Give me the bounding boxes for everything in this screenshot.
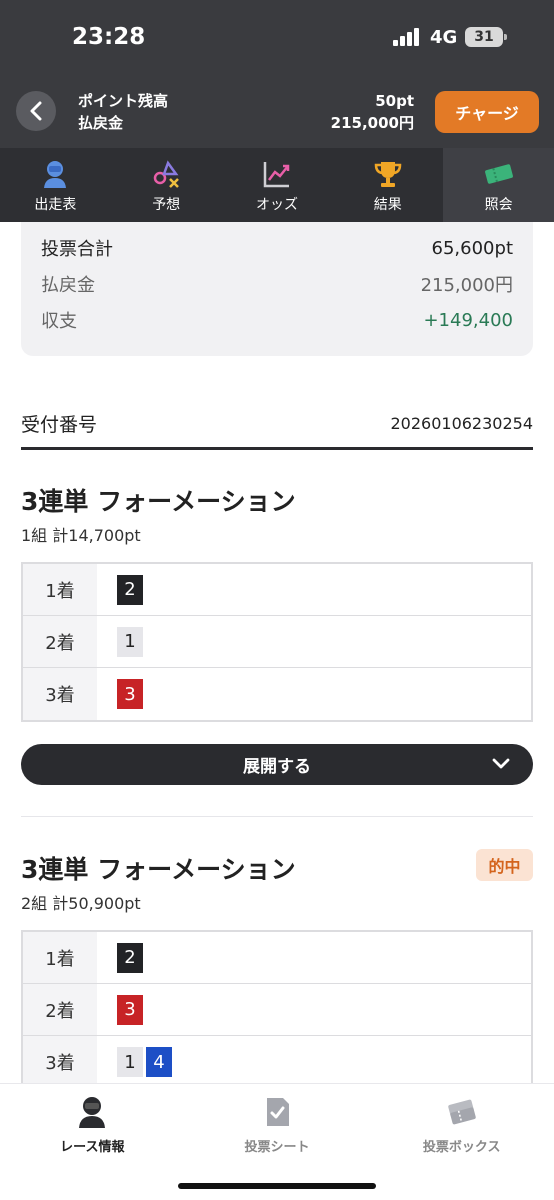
expand-button[interactable]: 展開する — [21, 744, 533, 785]
rider-icon — [79, 1097, 106, 1128]
nav-label: 投票シート — [244, 1140, 310, 1155]
bet-formation-grid: 1着 2 2着 1 3着 3 — [21, 562, 533, 722]
tab-entry-list[interactable]: 出走表 — [0, 148, 111, 222]
summary-payout-label: 払戻金 — [41, 275, 95, 296]
summary-total-label: 投票合計 — [41, 239, 113, 260]
receipt-number-row: 受付番号 20260106230254 — [21, 400, 533, 450]
position-label: 1着 — [23, 564, 97, 615]
position-label: 2着 — [23, 984, 97, 1035]
header-labels: ポイント残高 払戻金 — [78, 90, 168, 134]
odds-chart-icon — [263, 162, 290, 188]
nav-label: レース情報 — [60, 1140, 125, 1155]
ticket-icon — [484, 164, 513, 184]
position-label: 3着 — [23, 668, 97, 720]
summary-payout-row: 払戻金 215,000円 — [41, 266, 513, 302]
summary-card: 投票合計 65,600pt 払戻金 215,000円 収支 +149,400 — [21, 222, 533, 356]
bike-number: 1 — [117, 626, 143, 657]
position-numbers: 3 — [97, 668, 531, 720]
signal-icon — [393, 28, 421, 46]
bike-number: 2 — [117, 574, 143, 605]
formation-row: 2着 1 — [23, 616, 531, 668]
expand-label: 展開する — [243, 757, 311, 776]
check-sheet-icon — [267, 1098, 289, 1126]
summary-balance-value: +149,400 — [423, 309, 513, 331]
formation-row: 3着 1 4 — [23, 1036, 531, 1088]
tab-label: 照会 — [484, 197, 513, 213]
status-bar: 23:28 4G 31 — [0, 0, 554, 76]
trophy-icon — [374, 162, 402, 187]
bet-formation-grid: 1着 2 2着 3 3着 1 4 — [21, 930, 533, 1090]
header-values: 50pt 215,000円 — [331, 90, 414, 134]
formation-row: 1着 2 — [23, 564, 531, 616]
bet-title: 3連単 フォーメーション — [21, 487, 296, 516]
summary-total-value: 65,600pt — [431, 237, 513, 259]
summary-balance-row: 収支 +149,400 — [41, 302, 513, 338]
position-numbers: 2 — [97, 564, 531, 615]
bike-number: 2 — [117, 942, 143, 973]
summary-balance-label: 収支 — [41, 311, 77, 332]
tab-prediction[interactable]: 予想 — [111, 148, 222, 222]
position-label: 2着 — [23, 616, 97, 667]
nav-label: 投票ボックス — [422, 1140, 501, 1155]
payout-value: 215,000円 — [330, 114, 414, 132]
bike-number: 1 — [117, 1047, 143, 1077]
race-tabs: 出走表 予想 オッズ 結果 照会 — [0, 148, 554, 222]
position-numbers: 2 — [97, 932, 531, 983]
battery-icon: 31 — [465, 27, 507, 47]
tab-inquiry[interactable]: 照会 — [443, 148, 554, 222]
tickets-icon — [447, 1099, 476, 1125]
bike-number: 3 — [117, 679, 143, 709]
position-numbers: 1 — [97, 616, 531, 667]
app-header: ポイント残高 払戻金 50pt 215,000円 チャージ — [0, 76, 554, 148]
charge-button[interactable]: チャージ — [435, 91, 539, 133]
receipt-label: 受付番号 — [21, 414, 98, 436]
formation-row: 2着 3 — [23, 984, 531, 1036]
tab-label: 予想 — [152, 197, 181, 213]
home-indicator — [178, 1183, 376, 1189]
back-button[interactable] — [16, 91, 56, 131]
position-label: 3着 — [23, 1036, 97, 1088]
position-numbers: 3 — [97, 984, 531, 1035]
nav-bet-box[interactable]: 投票ボックス — [369, 1084, 554, 1200]
tab-results[interactable]: 結果 — [332, 148, 443, 222]
chevron-down-icon — [492, 758, 510, 769]
summary-total-row: 投票合計 65,600pt — [41, 230, 513, 266]
status-time: 23:28 — [72, 24, 146, 50]
tab-label: 結果 — [373, 197, 402, 213]
payout-label: 払戻金 — [78, 114, 124, 132]
network-type: 4G — [430, 27, 458, 48]
formation-row: 1着 2 — [23, 932, 531, 984]
chevron-left-icon — [30, 101, 42, 121]
nav-race-info[interactable]: レース情報 — [0, 1084, 185, 1200]
points-value: 50pt — [375, 92, 414, 110]
bet-subtotal: 2組 計50,900pt — [21, 894, 141, 913]
bike-number: 3 — [117, 994, 143, 1025]
receipt-value: 20260106230254 — [390, 414, 533, 433]
summary-payout-value: 215,000円 — [420, 275, 513, 296]
battery-level: 31 — [474, 29, 494, 45]
prediction-icon — [153, 160, 180, 188]
rider-icon — [44, 161, 67, 188]
tab-odds[interactable]: オッズ — [222, 148, 333, 222]
tab-label: 出走表 — [34, 197, 77, 213]
bet-subtotal: 1組 計14,700pt — [21, 526, 141, 545]
tab-label: オッズ — [255, 197, 298, 213]
section-divider — [21, 816, 533, 817]
bet-title: 3連単 フォーメーション — [21, 855, 296, 884]
position-label: 1着 — [23, 932, 97, 983]
bike-number: 4 — [146, 1047, 172, 1077]
hit-badge: 的中 — [476, 849, 533, 881]
formation-row: 3着 3 — [23, 668, 531, 720]
position-numbers: 1 4 — [97, 1036, 531, 1088]
points-label: ポイント残高 — [78, 92, 169, 110]
